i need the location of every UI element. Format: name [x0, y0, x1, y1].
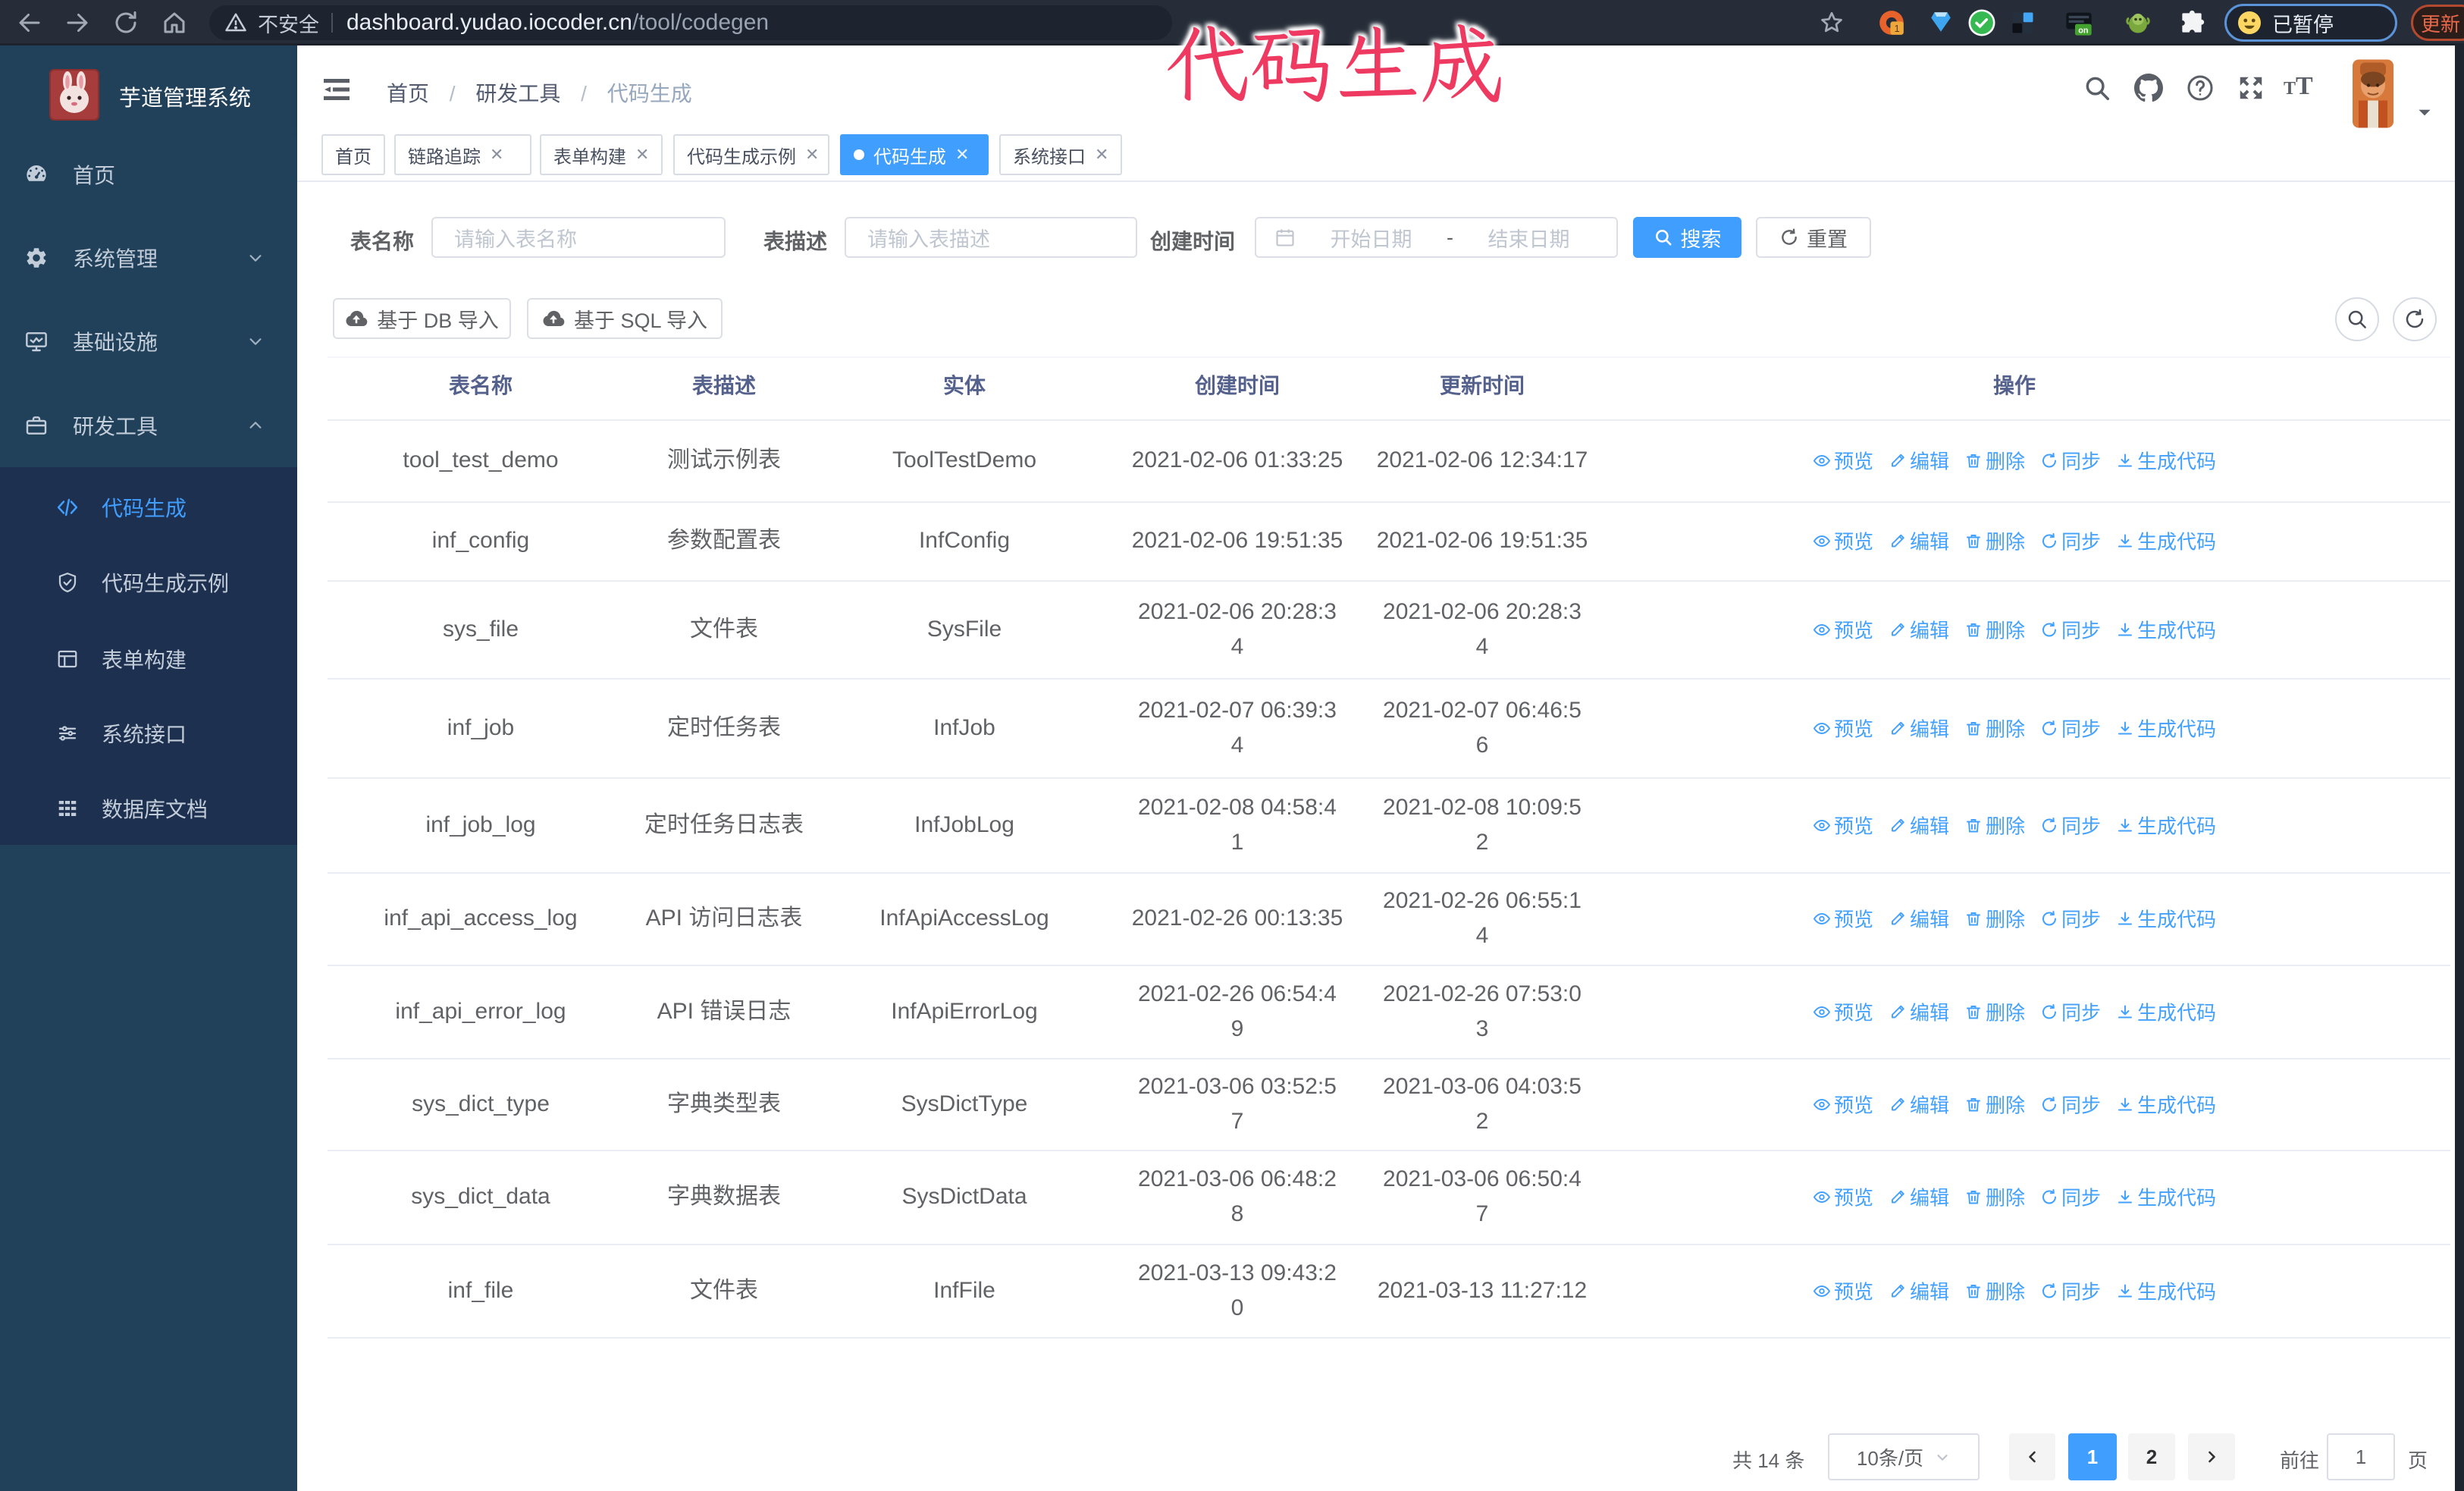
svg-text:1: 1	[1895, 24, 1900, 34]
svg-text:on: on	[2078, 26, 2088, 35]
